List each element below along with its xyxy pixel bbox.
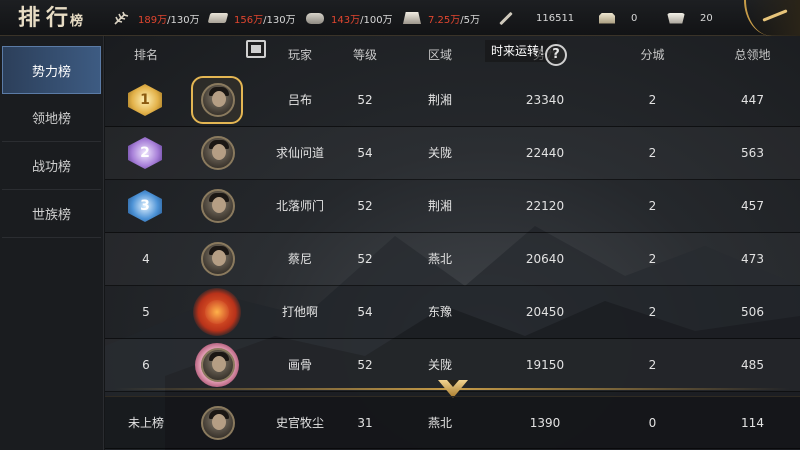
header-cities: 分城	[640, 48, 665, 62]
avatar	[201, 83, 235, 117]
help-icon[interactable]: ?	[545, 44, 567, 66]
player-territory: 563	[741, 146, 764, 160]
player-power: 23340	[525, 93, 565, 107]
resource-iron[interactable]: 7.25万/5万	[402, 0, 480, 36]
player-region: 荆湘	[427, 199, 452, 213]
wood-cap: /130万	[263, 14, 296, 26]
gold-medal-icon: 1	[128, 84, 162, 116]
rank-number: 6	[142, 358, 150, 372]
player-level: 31	[357, 416, 373, 430]
jade-ingot-value: 20	[700, 12, 713, 24]
header-territory: 总领地	[734, 48, 771, 62]
player-power: 19150	[525, 358, 565, 372]
wood-icon	[207, 11, 229, 25]
avatar	[201, 242, 235, 276]
player-cities: 2	[648, 93, 657, 107]
player-cities: 2	[648, 305, 657, 319]
stone-icon	[305, 11, 325, 25]
title-main: 排行	[18, 5, 75, 31]
player-power: 22440	[525, 146, 565, 160]
avatar	[201, 136, 235, 170]
player-level: 52	[357, 93, 373, 107]
player-region: 东豫	[427, 305, 452, 319]
overlay-image-icon	[246, 40, 266, 58]
player-region: 关陇	[427, 358, 452, 372]
grain-current: 189万	[138, 14, 168, 26]
player-region: 荆湘	[427, 93, 452, 107]
player-territory: 485	[741, 358, 764, 372]
title-small: 榜	[70, 14, 84, 29]
page-title: 排行榜	[18, 2, 83, 34]
resource-jade-ingot[interactable]: 20	[666, 0, 713, 36]
avatar	[201, 189, 235, 223]
player-level: 54	[357, 146, 373, 160]
copper-coin-value: 0	[631, 12, 638, 24]
player-level: 52	[357, 252, 373, 266]
tab-merit-ranking[interactable]: 战功榜	[2, 142, 101, 190]
copper-coin-icon	[597, 11, 617, 25]
decree-icon	[496, 11, 516, 25]
resource-bar: 排行榜 189万/130万 156万/130万 143万/100万 7.25万 /…	[0, 0, 800, 36]
player-territory: 506	[741, 305, 764, 319]
player-region: 燕北	[427, 416, 452, 430]
player-cities: 2	[648, 252, 657, 266]
decree-value: 116511	[536, 12, 575, 24]
player-level: 52	[357, 358, 373, 372]
player-territory: 473	[741, 252, 764, 266]
resource-copper-coin[interactable]: 0	[597, 0, 637, 36]
player-cities: 0	[648, 416, 657, 430]
bronze-medal-icon: 3	[128, 190, 162, 222]
resource-wood[interactable]: 156万/130万	[207, 0, 296, 36]
rank-number: 未上榜	[127, 416, 164, 430]
table-row[interactable]: 5 打他啊 54 东豫 20450 2 506	[105, 286, 800, 339]
wood-current: 156万	[234, 14, 264, 26]
player-level: 54	[357, 305, 373, 319]
avatar	[201, 406, 235, 440]
rank-number: 5	[142, 305, 150, 319]
player-power: 22120	[525, 199, 565, 213]
iron-icon	[402, 11, 422, 25]
header-level: 等级	[352, 48, 377, 62]
player-level: 52	[357, 199, 373, 213]
fire-avatar-frame	[193, 288, 241, 336]
self-rank-row[interactable]: 未上榜 史官牧尘 31 燕北 1390 0 114	[105, 396, 800, 449]
player-territory: 447	[741, 93, 764, 107]
header-rank: 排名	[133, 48, 158, 62]
table-row[interactable]: 1 吕布 52 荆湘 23340 2 447	[105, 74, 800, 127]
player-cities: 2	[648, 358, 657, 372]
stone-current: 143万	[331, 14, 361, 26]
table-row[interactable]: 3 北落师门 52 荆湘 22120 2 457	[105, 180, 800, 233]
tab-clan-ranking[interactable]: 世族榜	[2, 190, 101, 238]
resource-decree[interactable]: 116511	[496, 0, 574, 36]
iron-current: 7.25万	[428, 14, 461, 26]
back-button[interactable]	[744, 0, 800, 36]
player-power: 20640	[525, 252, 565, 266]
player-cities: 2	[648, 199, 657, 213]
table-row[interactable]: 2 求仙问道 54 关陇 22440 2 563	[105, 127, 800, 180]
resource-grain[interactable]: 189万/130万	[112, 0, 200, 36]
player-cities: 2	[648, 146, 657, 160]
resource-stone[interactable]: 143万/100万	[305, 0, 393, 36]
avatar	[201, 348, 235, 382]
player-territory: 457	[741, 199, 764, 213]
player-region: 燕北	[427, 252, 452, 266]
player-power: 20450	[525, 305, 565, 319]
ranking-tabs: 势力榜 领地榜 战功榜 世族榜	[0, 36, 104, 450]
player-region: 关陇	[427, 146, 452, 160]
grain-cap: /130万	[167, 14, 200, 26]
stone-cap: /100万	[360, 14, 393, 26]
header-region: 区域	[427, 48, 452, 62]
tab-territory-ranking[interactable]: 领地榜	[2, 94, 101, 142]
table-row[interactable]: 4 蔡尼 52 燕北 20640 2 473	[105, 233, 800, 286]
ranking-table: 排名 玩家 等级 区域 势力 分城 总领地 时来运转！ ? 1 吕布 52 荆湘…	[105, 36, 800, 450]
silver-medal-icon: 2	[128, 137, 162, 169]
table-header: 排名 玩家 等级 区域 势力 分城 总领地	[105, 36, 800, 74]
rank-number: 4	[142, 252, 150, 266]
player-power: 1390	[529, 416, 561, 430]
tab-power-ranking[interactable]: 势力榜	[2, 46, 101, 94]
grain-icon	[112, 11, 132, 25]
jade-ingot-icon	[666, 11, 686, 25]
iron-cap: /5万	[460, 14, 480, 26]
player-territory: 114	[741, 416, 764, 430]
